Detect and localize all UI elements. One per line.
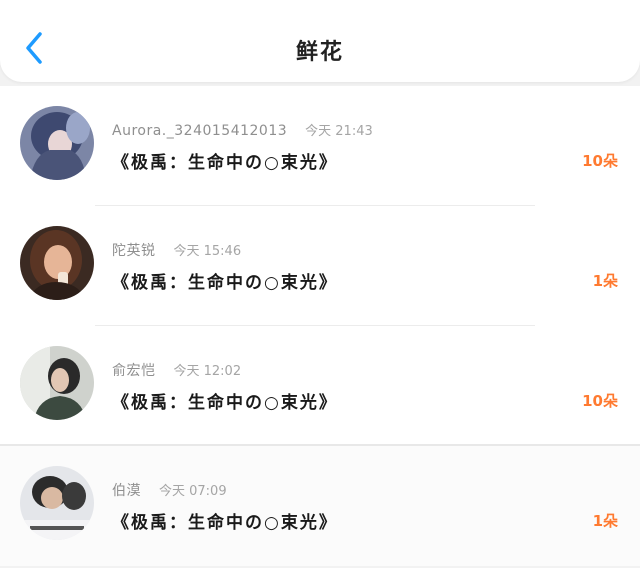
record-time: 今天 07:09: [159, 484, 227, 499]
work-title[interactable]: 《极禹：生命中の○束光》: [112, 268, 338, 293]
work-title[interactable]: 《极禹：生命中の○束光》: [112, 388, 338, 413]
avatar[interactable]: [20, 466, 94, 540]
flower-count: 10朵: [582, 392, 618, 410]
avatar[interactable]: [20, 226, 94, 300]
sender-name[interactable]: 陀英锐: [112, 243, 156, 259]
work-title[interactable]: 《极禹：生命中の○束光》: [112, 508, 338, 533]
record-meta: 俞宏恺 今天 12:02: [112, 360, 241, 380]
flower-record-list: Aurora._324015412013 今天 21:43 《极禹：生命中の○束光…: [0, 86, 640, 566]
sender-name[interactable]: Aurora._324015412013: [112, 123, 287, 139]
record-meta: 陀英锐 今天 15:46: [112, 240, 241, 260]
record-time: 今天 21:43: [305, 124, 373, 139]
record-time: 今天 12:02: [173, 364, 242, 379]
app-header: 鲜花: [0, 0, 640, 82]
flower-count: 10朵: [582, 152, 618, 170]
flower-count: 1朵: [592, 272, 618, 290]
record-meta: 伯漠 今天 07:09: [112, 480, 227, 500]
page-title: 鲜花: [295, 40, 344, 65]
flower-count: 1朵: [592, 512, 618, 530]
list-item[interactable]: 俞宏恺 今天 12:02 《极禹：生命中の○束光》 10朵: [0, 326, 640, 446]
sender-name[interactable]: 俞宏恺: [112, 363, 156, 379]
avatar[interactable]: [20, 106, 94, 180]
list-item[interactable]: Aurora._324015412013 今天 21:43 《极禹：生命中の○束光…: [0, 86, 640, 206]
list-item[interactable]: 伯漠 今天 07:09 《极禹：生命中の○束光》 1朵: [0, 446, 640, 566]
avatar[interactable]: [20, 346, 94, 420]
sender-name[interactable]: 伯漠: [112, 483, 141, 499]
list-item[interactable]: 陀英锐 今天 15:46 《极禹：生命中の○束光》 1朵: [0, 206, 640, 326]
record-time: 今天 15:46: [173, 244, 242, 259]
record-meta: Aurora._324015412013 今天 21:43: [112, 120, 373, 139]
work-title[interactable]: 《极禹：生命中の○束光》: [112, 148, 338, 173]
